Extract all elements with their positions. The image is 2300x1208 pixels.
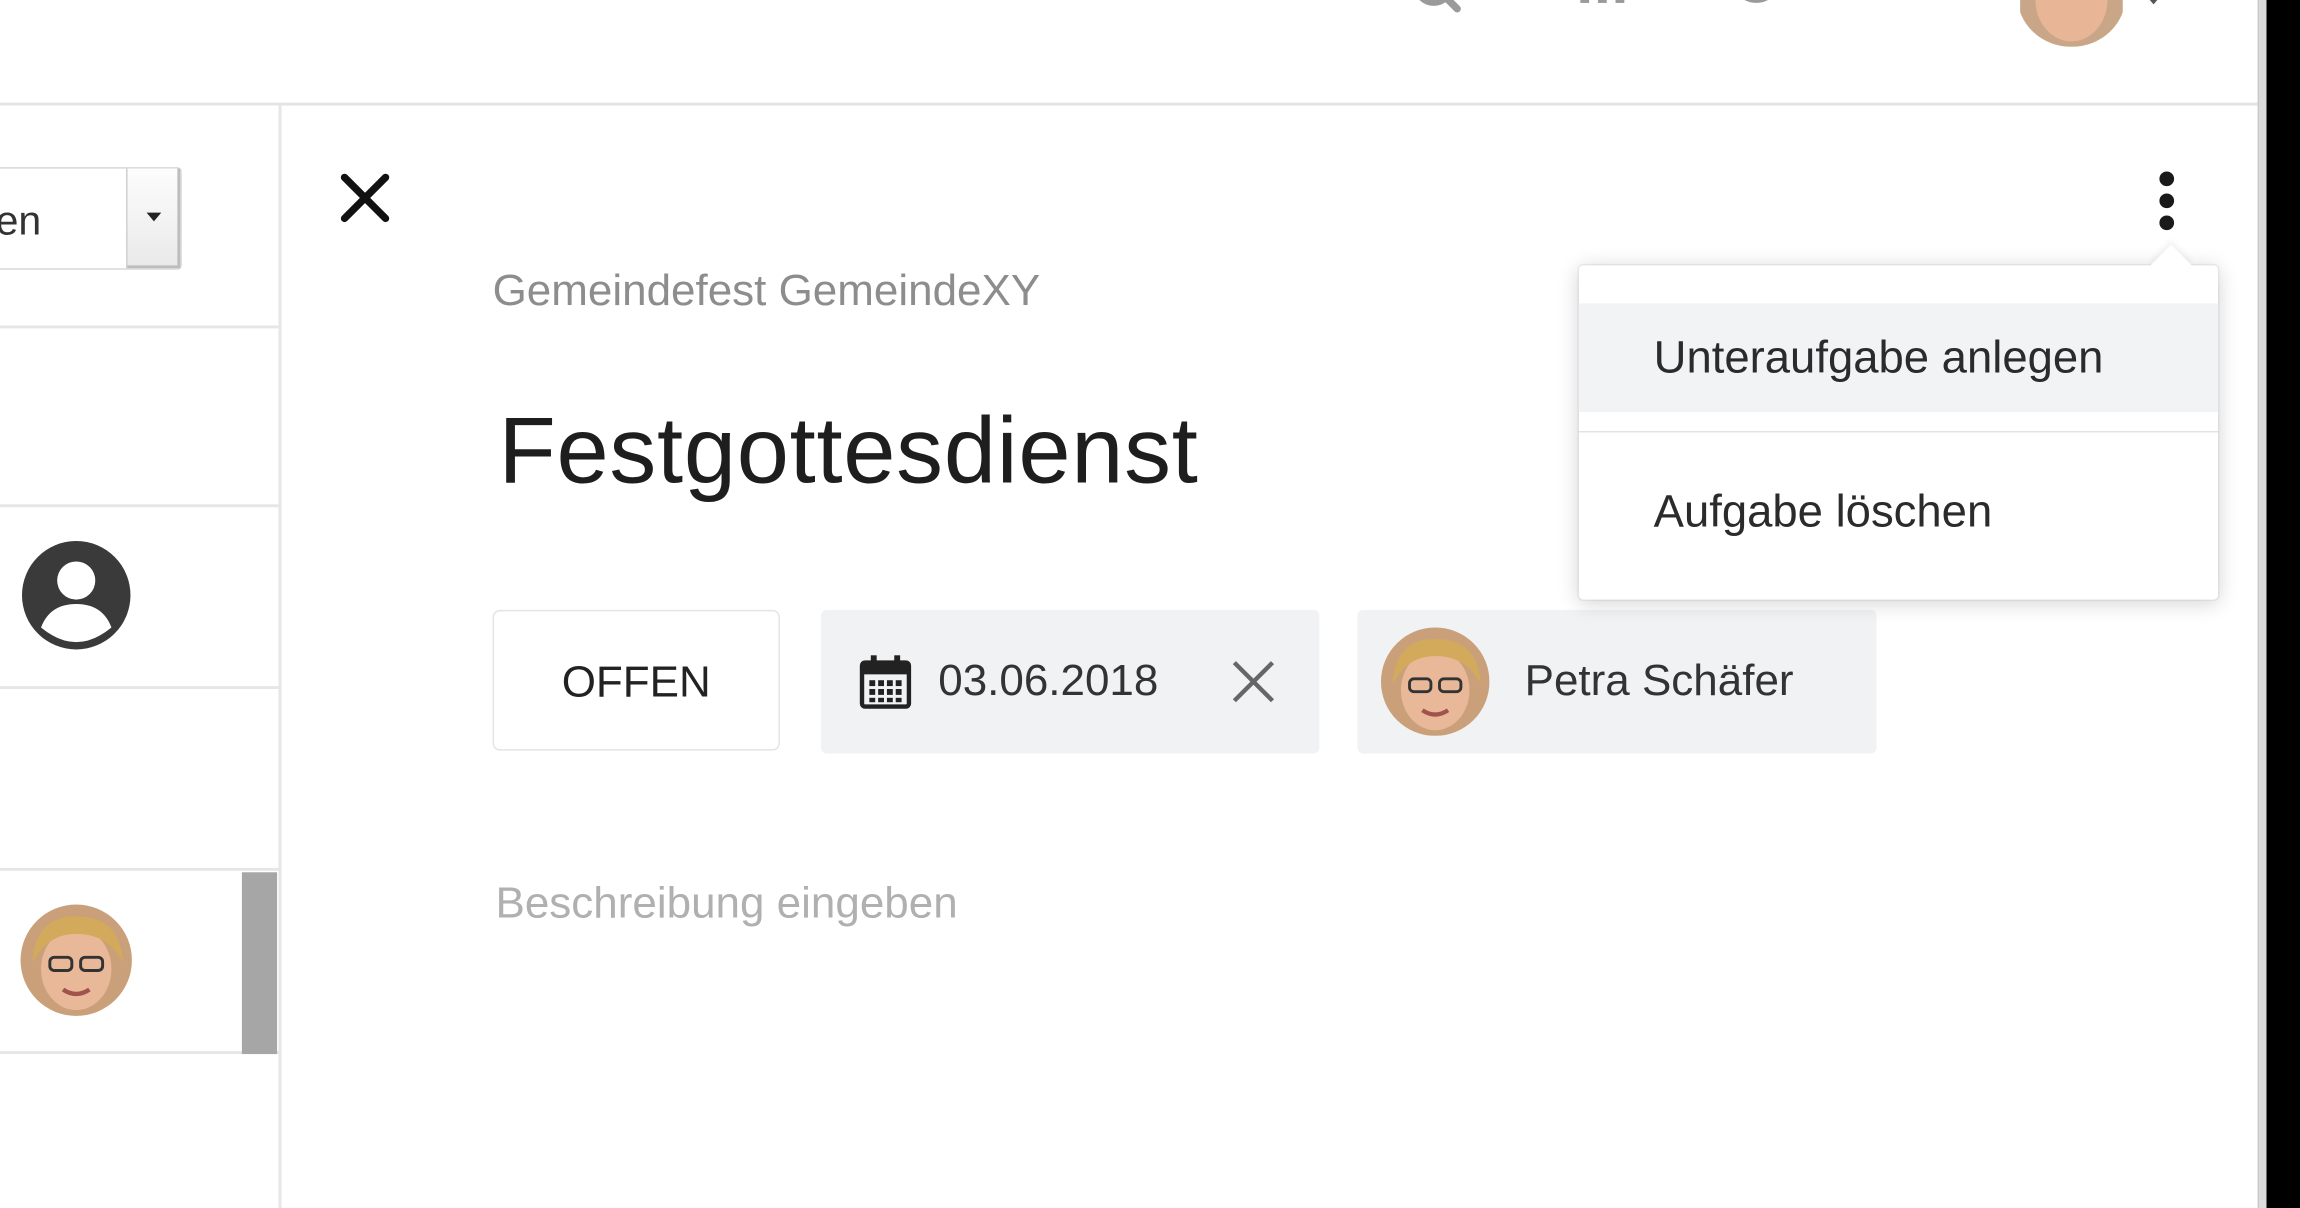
top-header [0,0,2258,106]
assignee-chip[interactable]: Petra Schäfer [1357,609,1877,754]
menu-item-delete-task[interactable]: Aufgabe löschen [1579,457,2218,565]
due-date-value: 03.06.2018 [938,656,1159,706]
due-date-chip[interactable]: 03.06.2018 [820,609,1320,754]
calendar-icon [859,654,912,710]
app-root: en Gemeindefest GemeindeXY Festgottesdie… [0,0,2300,1208]
user-circle-icon[interactable] [21,539,132,650]
divider [0,1051,279,1055]
divider [0,686,279,690]
chevron-down-icon[interactable] [126,168,181,269]
window-edge [2257,0,2267,1208]
filter-dropdown-value: en [0,197,42,244]
assignee-avatar[interactable] [20,904,132,1016]
assignee-avatar [1380,627,1490,736]
menu-divider [1578,431,2219,433]
project-name[interactable]: Gemeindefest GemeindeXY [493,267,1041,317]
more-vertical-icon[interactable] [2143,164,2190,237]
selected-row-indicator [241,872,278,1055]
assignee-name: Petra Schäfer [1524,656,1794,706]
search-icon[interactable] [1407,0,1466,29]
chevron-down-icon[interactable] [2143,0,2164,5]
menu-item-create-subtask[interactable]: Unteraufgabe anlegen [1578,303,2219,412]
divider [0,325,279,329]
divider [0,504,279,508]
current-user-avatar[interactable] [2017,0,2125,47]
divider [0,867,279,871]
bell-icon[interactable] [1727,0,1786,29]
task-view: en Gemeindefest GemeindeXY Festgottesdie… [0,0,2267,1208]
team-icon[interactable] [1574,0,1633,29]
status-button[interactable]: OFFEN [492,609,780,751]
task-list-panel: en [0,105,282,1208]
task-title[interactable]: Festgottesdienst [498,396,1198,504]
close-icon[interactable] [331,164,398,231]
clear-date-icon[interactable] [1229,657,1279,707]
help-icon[interactable] [1876,0,1935,29]
description-field[interactable]: Beschreibung eingeben [496,880,958,930]
filter-dropdown[interactable]: en [0,167,182,270]
status-label: OFFEN [561,658,711,707]
